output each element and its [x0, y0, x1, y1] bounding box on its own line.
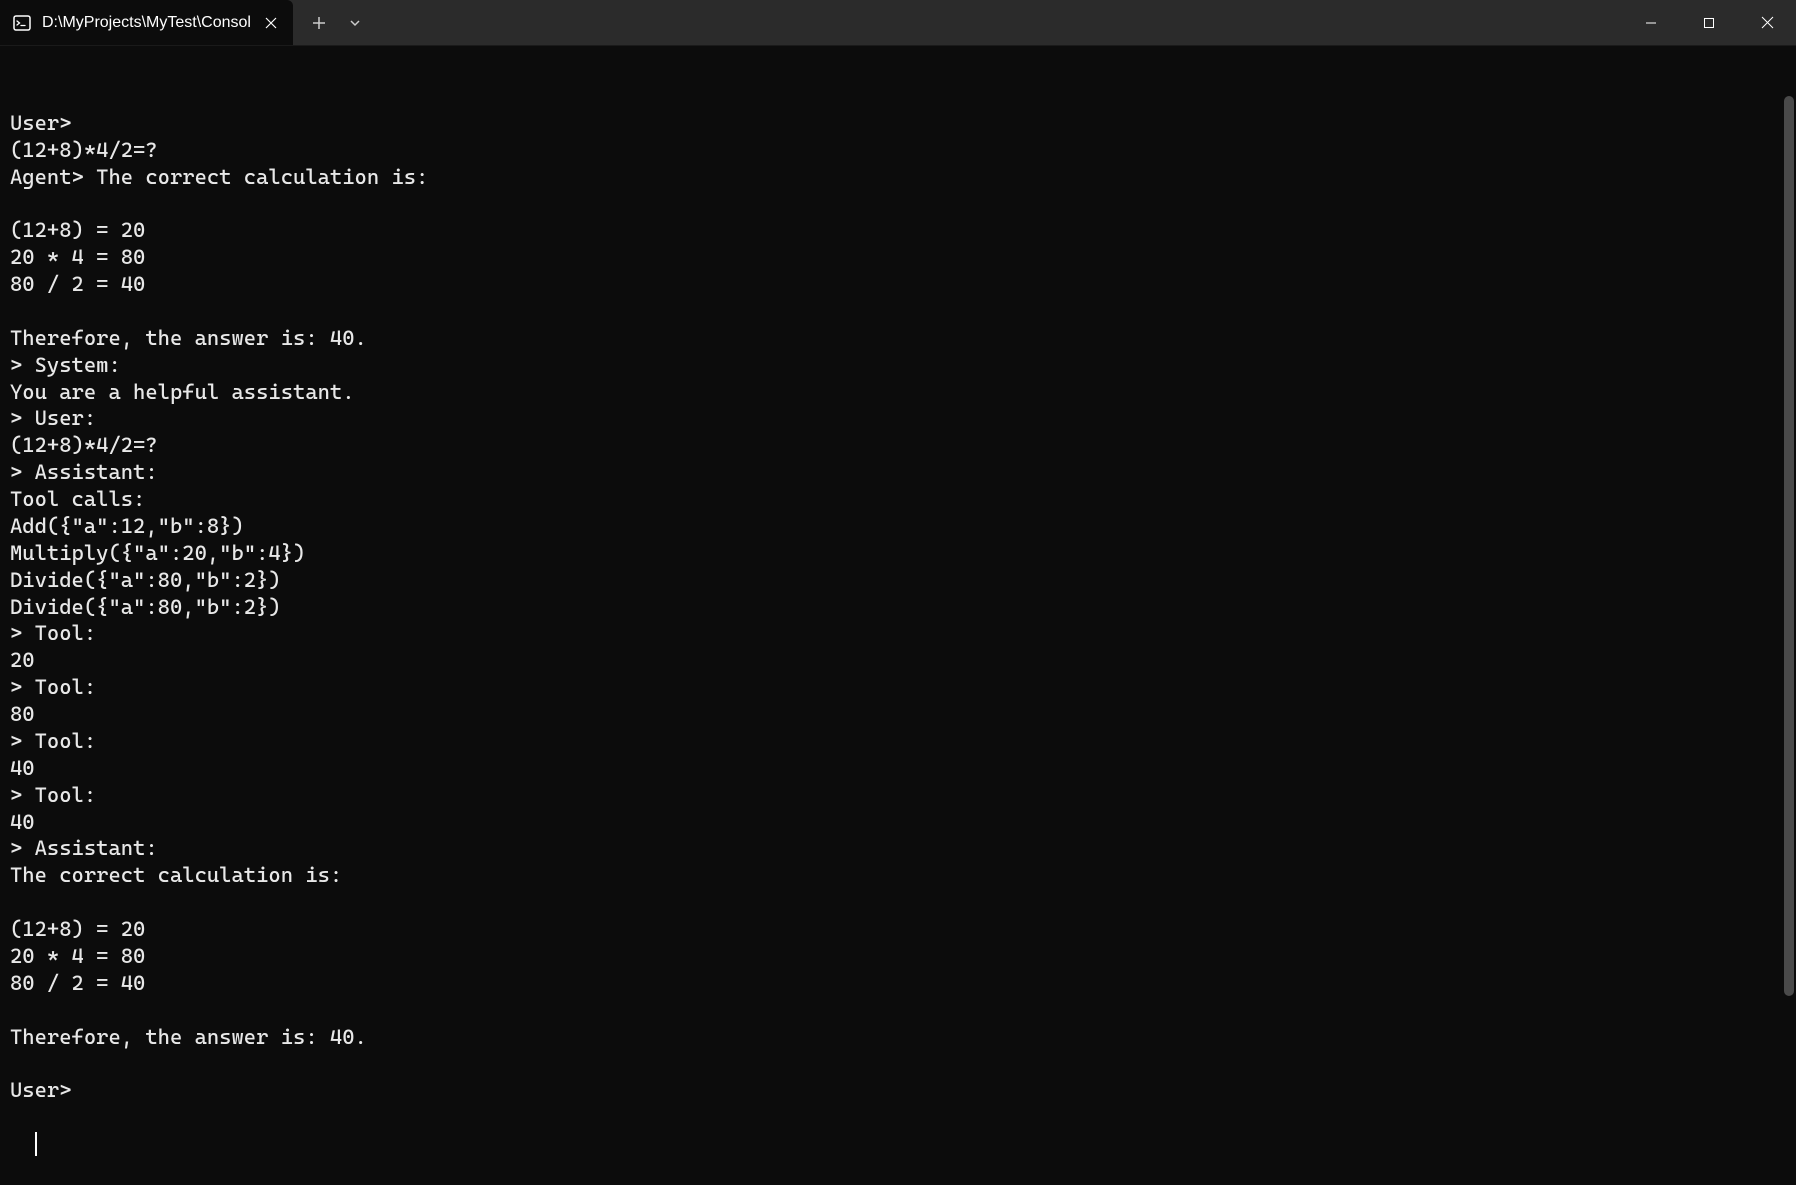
terminal-line: > Tool:	[10, 620, 1786, 647]
terminal-line: 20	[10, 647, 1786, 674]
terminal-cursor	[35, 1132, 37, 1156]
terminal-icon	[12, 13, 32, 33]
maximize-button[interactable]	[1680, 0, 1738, 45]
terminal-line: Add({"a":12,"b":8})	[10, 513, 1786, 540]
terminal-line: User>	[10, 110, 1786, 137]
terminal-line: > Tool:	[10, 728, 1786, 755]
terminal-line: > System:	[10, 352, 1786, 379]
terminal-line: > Assistant:	[10, 835, 1786, 862]
terminal-line: (12+8) = 20	[10, 217, 1786, 244]
terminal-line: 20 * 4 = 80	[10, 943, 1786, 970]
titlebar-left: D:\MyProjects\MyTest\Consol	[0, 0, 373, 45]
terminal-line: Divide({"a":80,"b":2})	[10, 567, 1786, 594]
terminal-line: User>	[10, 1077, 1786, 1104]
terminal-line: 40	[10, 755, 1786, 782]
terminal-line: Therefore, the answer is: 40.	[10, 1024, 1786, 1051]
tab-dropdown-button[interactable]	[337, 0, 373, 45]
terminal-line: > Assistant:	[10, 459, 1786, 486]
terminal-content[interactable]: User>(12+8)*4/2=?Agent> The correct calc…	[0, 46, 1796, 1176]
terminal-line	[10, 190, 1786, 217]
terminal-line: 20 * 4 = 80	[10, 244, 1786, 271]
scrollbar[interactable]	[1784, 96, 1794, 996]
terminal-line: Agent> The correct calculation is:	[10, 164, 1786, 191]
terminal-line: > User:	[10, 405, 1786, 432]
terminal-line: (12+8) = 20	[10, 916, 1786, 943]
terminal-line: The correct calculation is:	[10, 862, 1786, 889]
terminal-line: Divide({"a":80,"b":2})	[10, 594, 1786, 621]
new-tab-button[interactable]	[301, 0, 337, 45]
terminal-line: 80 / 2 = 40	[10, 271, 1786, 298]
terminal-line: You are a helpful assistant.	[10, 379, 1786, 406]
terminal-output: User>(12+8)*4/2=?Agent> The correct calc…	[10, 110, 1786, 1104]
terminal-line	[10, 889, 1786, 916]
minimize-button[interactable]	[1622, 0, 1680, 45]
terminal-line: > Tool:	[10, 782, 1786, 809]
terminal-line: Tool calls:	[10, 486, 1786, 513]
window-controls	[1622, 0, 1796, 45]
terminal-line: 80 / 2 = 40	[10, 970, 1786, 997]
tab-actions	[293, 0, 373, 45]
close-tab-button[interactable]	[261, 13, 281, 33]
terminal-line: Therefore, the answer is: 40.	[10, 325, 1786, 352]
active-tab[interactable]: D:\MyProjects\MyTest\Consol	[0, 0, 293, 45]
terminal-line: 40	[10, 809, 1786, 836]
close-window-button[interactable]	[1738, 0, 1796, 45]
titlebar: D:\MyProjects\MyTest\Consol	[0, 0, 1796, 46]
terminal-line: Multiply({"a":20,"b":4})	[10, 540, 1786, 567]
terminal-line	[10, 997, 1786, 1024]
terminal-line	[10, 298, 1786, 325]
tab-title: D:\MyProjects\MyTest\Consol	[42, 14, 251, 32]
terminal-line: 80	[10, 701, 1786, 728]
terminal-line	[10, 1050, 1786, 1077]
terminal-line: (12+8)*4/2=?	[10, 137, 1786, 164]
terminal-line: (12+8)*4/2=?	[10, 432, 1786, 459]
terminal-line: > Tool:	[10, 674, 1786, 701]
